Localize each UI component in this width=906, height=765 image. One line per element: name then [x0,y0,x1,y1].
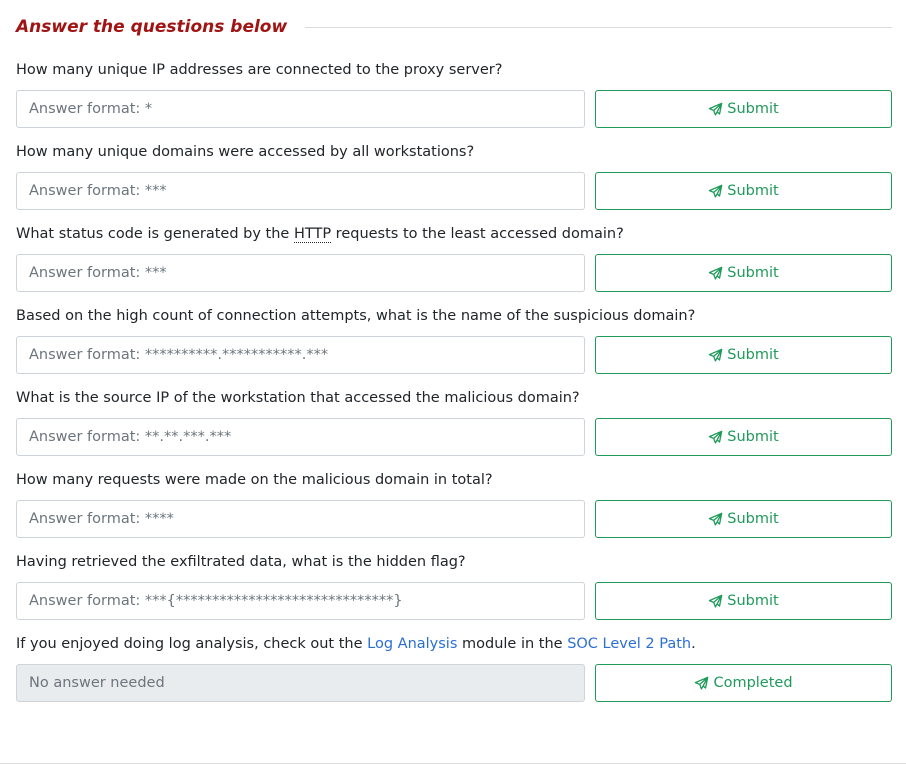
question-3-submit-button[interactable]: Submit [595,254,892,292]
question-3-text-end: requests to the least accessed domain? [331,226,624,242]
question-5-answer-row: Submit [16,418,892,456]
question-8-completed-label: Completed [713,675,793,691]
paper-plane-icon [709,102,723,116]
paper-plane-icon [709,430,723,444]
question-4-answer-input[interactable] [16,336,585,374]
question-7-submit-label: Submit [727,593,779,609]
question-8-text-end: . [691,636,696,652]
question-3-text: What status code is generated by the HTT… [16,224,892,244]
question-4-text: Based on the high count of connection at… [16,308,696,324]
question-2-submit-button[interactable]: Submit [595,172,892,210]
question-6-answer-input[interactable] [16,500,585,538]
question-5-text: What is the source IP of the workstation… [16,390,580,406]
question-1-answer-row: Submit [16,90,892,128]
question-3-text-start: What status code is generated by the [16,226,294,242]
paper-plane-icon [709,266,723,280]
question-8-text: If you enjoyed doing log analysis, check… [16,634,892,654]
question-2-answer-row: Submit [16,172,892,210]
question-4-answer-row: Submit [16,336,892,374]
log-analysis-link[interactable]: Log Analysis [367,636,457,652]
question-4-submit-button[interactable]: Submit [595,336,892,374]
question-7-text: Having retrieved the exfiltrated data, w… [16,554,466,570]
http-abbreviation: HTTP [293,226,332,243]
question-5-answer-input[interactable] [16,418,585,456]
question-7-submit-button[interactable]: Submit [595,582,892,620]
paper-plane-icon [709,512,723,526]
question-2-submit-label: Submit [727,183,779,199]
paper-plane-icon [709,184,723,198]
question-6-submit-button[interactable]: Submit [595,500,892,538]
header-divider [305,26,892,28]
question-1-answer-input[interactable] [16,90,585,128]
paper-plane-icon [695,676,709,690]
question-1-text: How many unique IP addresses are connect… [16,62,503,78]
question-6-answer-row: Submit [16,500,892,538]
soc-level-2-path-link[interactable]: SOC Level 2 Path [567,636,691,652]
question-6-submit-label: Submit [727,511,779,527]
question-8-answer-row: Completed [16,664,892,702]
question-7-answer-input[interactable] [16,582,585,620]
question-2-text: How many unique domains were accessed by… [16,144,475,160]
questions-panel: Answer the questions below How many uniq… [0,0,906,765]
question-3-answer-input[interactable] [16,254,585,292]
question-8-completed-button[interactable]: Completed [595,664,892,702]
question-5-submit-button[interactable]: Submit [595,418,892,456]
question-1-submit-button[interactable]: Submit [595,90,892,128]
paper-plane-icon [709,594,723,608]
question-2-answer-input[interactable] [16,172,585,210]
question-3-submit-label: Submit [727,265,779,281]
question-8-answer-input [16,664,585,702]
question-8-text-start: If you enjoyed doing log analysis, check… [16,636,368,652]
question-4-submit-label: Submit [727,347,779,363]
question-5-submit-label: Submit [727,429,779,445]
section-title: Answer the questions below [16,16,288,37]
question-1-submit-label: Submit [727,101,779,117]
question-6-text: How many requests were made on the malic… [16,472,493,488]
question-8-text-middle: module in the [457,636,568,652]
paper-plane-icon [709,348,723,362]
question-7-answer-row: Submit [16,582,892,620]
bottom-divider [0,763,906,764]
section-header: Answer the questions below [16,0,892,52]
question-3-answer-row: Submit [16,254,892,292]
